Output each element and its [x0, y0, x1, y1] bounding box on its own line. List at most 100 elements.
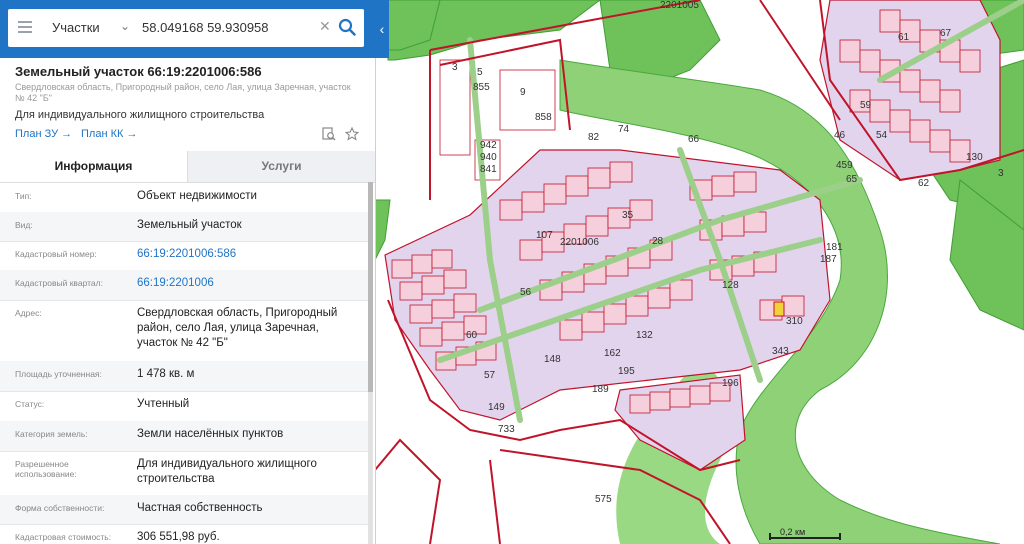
svg-text:343: 343 — [772, 346, 789, 357]
svg-text:130: 130 — [966, 152, 983, 163]
row-label: Вид: — [15, 220, 33, 230]
info-panel: Участки ⌄ ✕ Земельный участок 66:19:2201… — [0, 0, 376, 544]
svg-text:60: 60 — [466, 330, 478, 341]
row-value: Свердловская область, Пригородный район,… — [137, 307, 338, 349]
info-row-ownership: Форма собственности: Частная собственнос… — [0, 495, 368, 525]
svg-text:196: 196 — [722, 378, 739, 389]
search-bar: Участки ⌄ ✕ — [0, 0, 375, 58]
info-row-status: Статус: Учтенный — [0, 391, 368, 422]
row-label: Кадастровый квартал: — [15, 278, 103, 288]
svg-text:65: 65 — [846, 174, 858, 185]
svg-text:189: 189 — [592, 384, 609, 395]
svg-text:162: 162 — [604, 348, 621, 359]
svg-text:132: 132 — [636, 330, 653, 341]
panel-scrollbar[interactable] — [368, 182, 373, 544]
row-label: Статус: — [15, 399, 45, 409]
search-document-icon[interactable] — [322, 127, 336, 141]
clear-icon[interactable]: ✕ — [319, 18, 331, 35]
svg-text:59: 59 — [860, 100, 872, 111]
plan-zu-link[interactable]: План ЗУ → — [15, 128, 72, 140]
collapse-panel-button[interactable]: ‹ — [375, 0, 389, 58]
row-label: Кадастровая стоимость: — [15, 532, 112, 542]
svg-text:9: 9 — [520, 87, 526, 98]
search-type-select[interactable]: Участки — [52, 20, 100, 35]
svg-text:5: 5 — [477, 67, 483, 78]
svg-text:187: 187 — [820, 254, 837, 265]
info-row-address: Адрес: Свердловская область, Пригородный… — [0, 300, 368, 362]
row-label: Категория земель: — [15, 429, 88, 439]
svg-text:148: 148 — [544, 354, 561, 365]
svg-text:855: 855 — [473, 82, 490, 93]
chevron-left-icon: ‹ — [379, 21, 385, 37]
selected-parcel[interactable] — [773, 301, 785, 317]
search-input[interactable] — [140, 13, 322, 41]
svg-text:56: 56 — [520, 287, 532, 298]
search-icon[interactable] — [338, 18, 356, 36]
svg-text:2201005: 2201005 — [660, 0, 699, 11]
row-label: Адрес: — [15, 308, 42, 318]
svg-text:74: 74 — [618, 124, 630, 135]
info-row-cadastral-value: Кадастровая стоимость: 306 551,98 руб. — [0, 524, 368, 544]
row-value: 306 551,98 руб. — [137, 531, 220, 543]
cadastral-quarter-link[interactable]: 66:19:2201006 — [137, 276, 362, 291]
svg-text:942: 942 — [480, 140, 497, 151]
row-value: Земельный участок — [137, 219, 242, 231]
svg-text:3: 3 — [998, 168, 1004, 179]
info-row-land-category: Категория земель: Земли населённых пункт… — [0, 421, 368, 452]
tab-info[interactable]: Информация — [0, 151, 188, 182]
svg-text:940: 940 — [480, 152, 497, 163]
svg-text:61: 61 — [898, 32, 910, 43]
svg-text:3: 3 — [452, 62, 458, 73]
plan-kk-link[interactable]: План КК → — [81, 128, 137, 140]
row-label: Тип: — [15, 191, 32, 201]
svg-text:54: 54 — [876, 130, 888, 141]
row-value: Частная собственность — [137, 502, 263, 514]
svg-text:128: 128 — [722, 280, 739, 291]
parcel-address-short: Свердловская область, Пригородный район,… — [15, 82, 351, 103]
parcel-purpose: Для индивидуального жилищного строительс… — [15, 109, 265, 121]
scale-label: 0,2 км — [780, 527, 806, 537]
svg-text:62: 62 — [918, 178, 930, 189]
tabs: Информация Услуги — [0, 151, 375, 183]
tab-services[interactable]: Услуги — [188, 151, 375, 182]
info-row-kind: Вид: Земельный участок — [0, 212, 368, 242]
row-value: Объект недвижимости — [137, 190, 257, 202]
svg-text:107: 107 — [536, 230, 553, 241]
svg-text:67: 67 — [940, 28, 952, 39]
svg-text:195: 195 — [618, 366, 635, 377]
chevron-down-icon[interactable]: ⌄ — [120, 19, 130, 33]
svg-text:858: 858 — [535, 112, 552, 123]
svg-text:35: 35 — [622, 210, 634, 221]
svg-text:733: 733 — [498, 424, 515, 435]
info-row-area: Площадь уточненная: 1 478 кв. м — [0, 361, 368, 392]
info-row-cadastral-quarter: Кадастровый квартал: 66:19:2201006 — [0, 270, 368, 301]
row-label: Форма собственности: — [15, 503, 105, 513]
row-label: Площадь уточненная: — [15, 369, 102, 379]
info-row-cadastral-number: Кадастровый номер: 66:19:2201006:586 — [0, 241, 368, 271]
svg-text:46: 46 — [834, 130, 846, 141]
cadastral-number-link[interactable]: 66:19:2201006:586 — [137, 247, 362, 262]
svg-text:82: 82 — [588, 132, 600, 143]
svg-text:149: 149 — [488, 402, 505, 413]
row-value: 1 478 кв. м — [137, 368, 195, 380]
search-box: Участки ⌄ ✕ — [8, 9, 364, 47]
row-value: Земли населённых пунктов — [137, 428, 284, 440]
svg-text:575: 575 — [595, 494, 612, 505]
star-icon[interactable] — [345, 127, 359, 141]
svg-text:459: 459 — [836, 160, 853, 171]
info-row-type: Тип: Объект недвижимости — [0, 183, 368, 213]
info-row-permitted-use: Разрешенное использование: Для индивидуа… — [0, 451, 368, 496]
svg-text:841: 841 — [480, 164, 497, 175]
menu-icon[interactable] — [18, 21, 32, 33]
parcel-title: Земельный участок 66:19:2201006:586 — [15, 64, 262, 79]
svg-text:28: 28 — [652, 236, 664, 247]
svg-text:66: 66 — [688, 134, 700, 145]
svg-text:57: 57 — [484, 370, 496, 381]
svg-text:2201006: 2201006 — [560, 237, 599, 248]
svg-text:181: 181 — [826, 242, 843, 253]
row-value: Для индивидуального жилищного строительс… — [137, 458, 317, 485]
row-label: Кадастровый номер: — [15, 249, 97, 259]
row-label: Разрешенное использование: — [15, 459, 77, 479]
svg-text:310: 310 — [786, 316, 803, 327]
row-value: Учтенный — [137, 398, 190, 410]
